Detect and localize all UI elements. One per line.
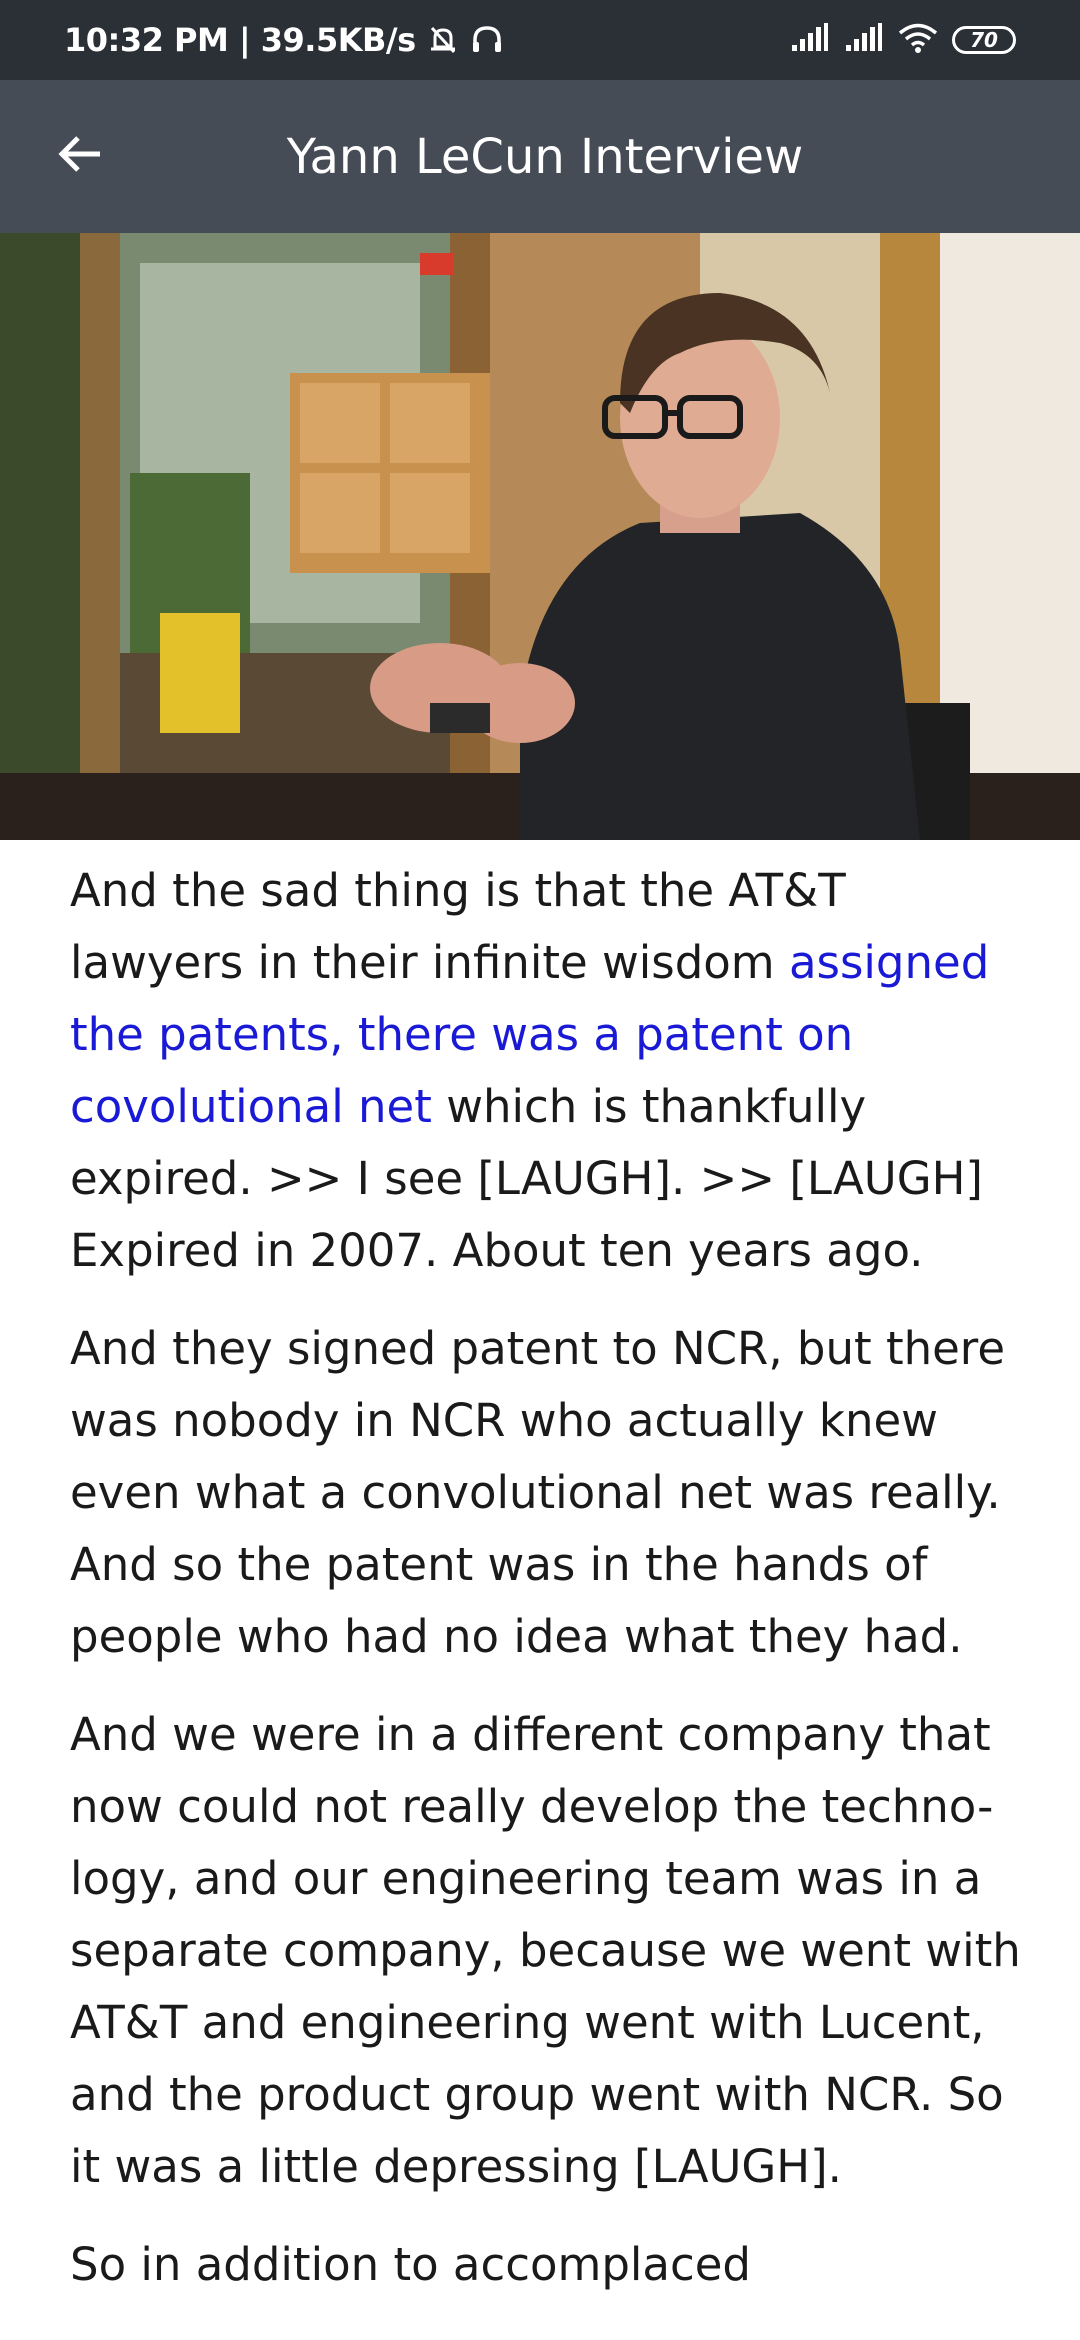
app-bar: Yann LeCun Interview: [0, 80, 1080, 233]
status-time-speed: 10:32 PM | 39.5KB/s: [64, 21, 416, 59]
signal-icon: [844, 22, 884, 58]
transcript-paragraph: And the sad thing is that the AT&T lawye…: [70, 855, 1030, 1287]
transcript-paragraph[interactable]: So in addition to accomplaced: [70, 2229, 1030, 2301]
status-right: 70: [790, 0, 1016, 80]
video-player[interactable]: [0, 233, 1080, 840]
status-bar: 10:32 PM | 39.5KB/s 70: [0, 0, 1080, 80]
transcript-paragraph[interactable]: And we were in a different company that …: [70, 1699, 1030, 2203]
battery-icon: 70: [952, 26, 1016, 54]
status-left: 10:32 PM | 39.5KB/s: [64, 0, 504, 80]
page-title: Yann LeCun Interview: [286, 128, 804, 185]
transcript-text: And the sad thing is that the AT&T lawye…: [70, 864, 846, 989]
headphones-icon: [470, 23, 504, 57]
transcript-paragraph[interactable]: And they signed patent to NCR, but there…: [70, 1313, 1030, 1673]
back-arrow-icon: [56, 130, 104, 183]
video-frame: [0, 233, 1080, 840]
wifi-icon: [898, 22, 938, 59]
signal-icon: [790, 22, 830, 58]
transcript: And the sad thing is that the AT&T lawye…: [70, 855, 1030, 2327]
mute-icon: [426, 23, 460, 57]
back-button[interactable]: [40, 116, 120, 196]
